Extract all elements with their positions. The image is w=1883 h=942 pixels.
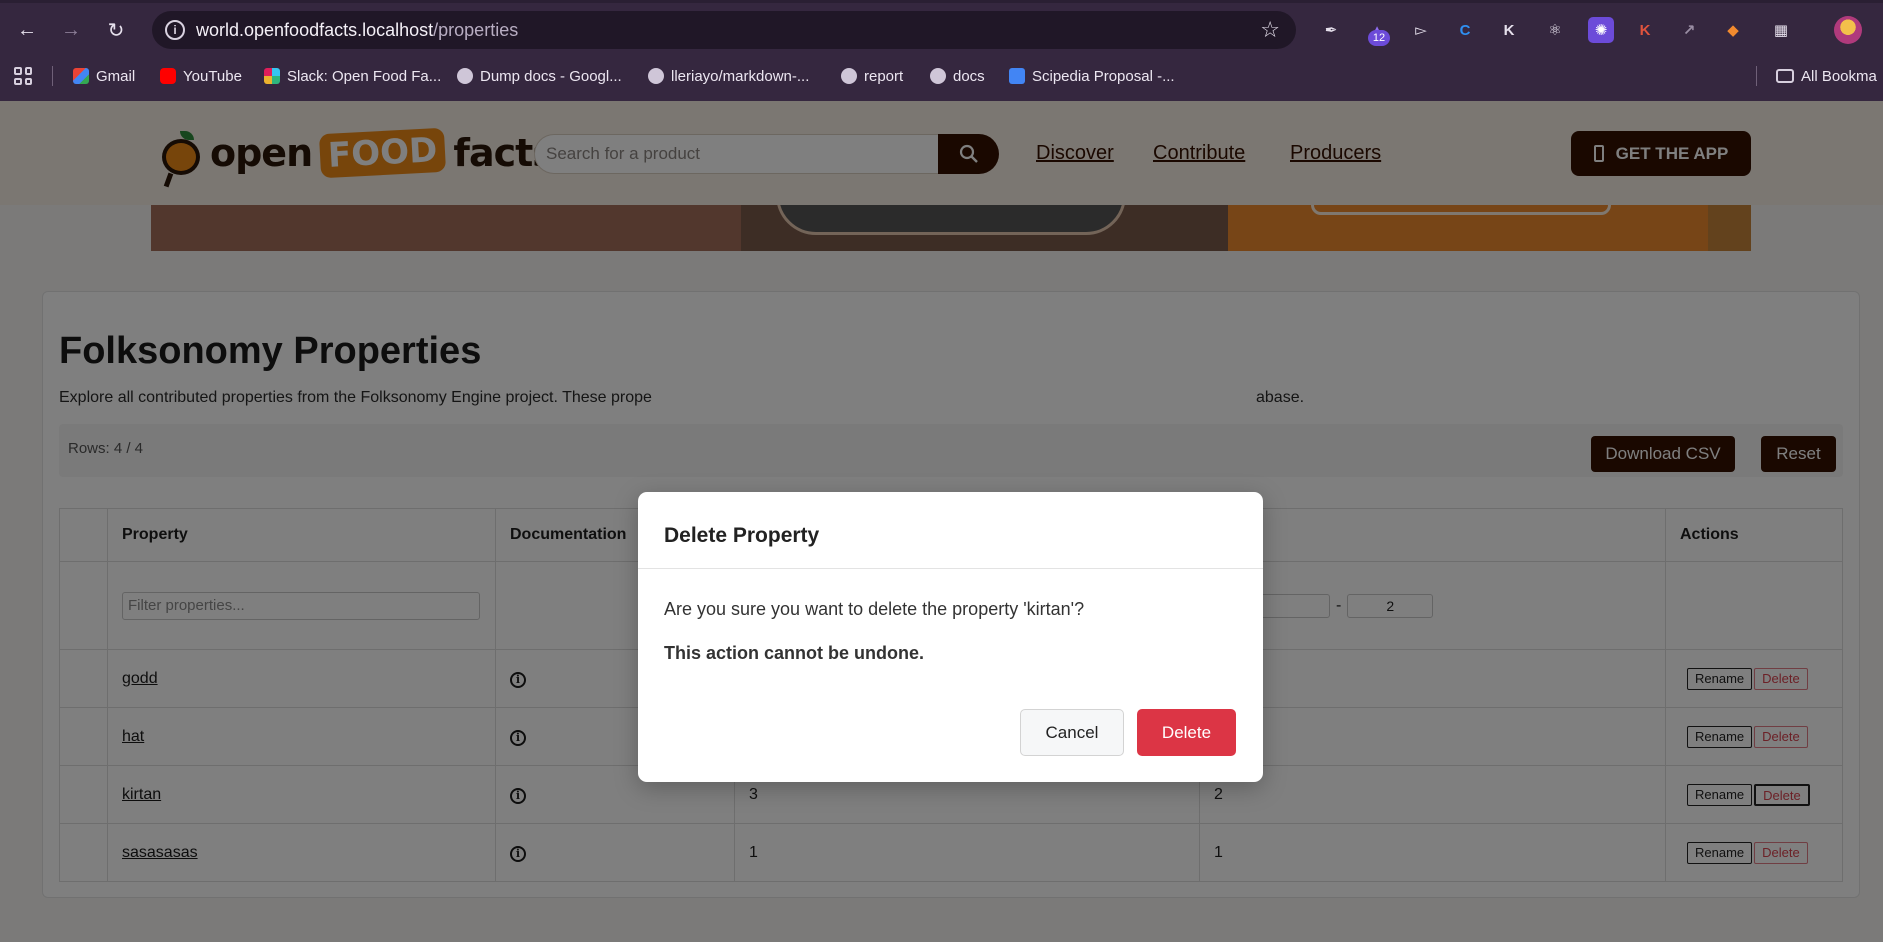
extension-external-icon[interactable]: ↗ bbox=[1676, 17, 1702, 43]
site-info-icon[interactable]: i bbox=[165, 20, 185, 40]
bookmark-slack[interactable]: Slack: Open Food Fa... bbox=[264, 66, 441, 86]
bookmarks-bar: Gmail YouTube Slack: Open Food Fa... Dum… bbox=[0, 60, 1883, 92]
bookmark-label: docs bbox=[953, 67, 985, 85]
reload-icon[interactable]: ↻ bbox=[100, 14, 132, 46]
bookmarks-separator bbox=[1756, 66, 1757, 86]
bookmark-label: lleriayo/markdown-... bbox=[671, 67, 810, 85]
address-bar[interactable]: i world.openfoodfacts.localhost/properti… bbox=[152, 11, 1296, 49]
dialog-message: Are you sure you want to delete the prop… bbox=[664, 599, 1085, 619]
bookmark-dump-docs[interactable]: Dump docs - Googl... bbox=[457, 66, 622, 86]
dialog-warning: This action cannot be undone. bbox=[664, 643, 925, 663]
bookmark-label: YouTube bbox=[183, 67, 242, 85]
profile-avatar[interactable] bbox=[1834, 16, 1862, 44]
bookmark-all-bookmarks[interactable]: All Bookma bbox=[1776, 66, 1877, 86]
bookmark-markdown[interactable]: lleriayo/markdown-... bbox=[648, 66, 809, 86]
extension-send-icon[interactable]: ▻ bbox=[1408, 17, 1434, 43]
github-icon bbox=[648, 68, 664, 84]
cancel-button[interactable]: Cancel bbox=[1020, 709, 1124, 756]
bookmark-scipedia[interactable]: Scipedia Proposal -... bbox=[1009, 66, 1175, 86]
gmail-icon bbox=[73, 68, 89, 84]
google-docs-icon bbox=[1009, 68, 1025, 84]
react-devtools-icon[interactable]: ⚛ bbox=[1542, 17, 1568, 43]
extension-k-icon[interactable]: K bbox=[1496, 17, 1522, 43]
globe-icon bbox=[457, 68, 473, 84]
browser-chrome: ← → ↻ i world.openfoodfacts.localhost/pr… bbox=[0, 0, 1883, 101]
bookmark-youtube[interactable]: YouTube bbox=[160, 66, 242, 86]
slack-icon bbox=[264, 68, 280, 84]
folder-icon bbox=[1776, 69, 1794, 83]
bookmark-gmail[interactable]: Gmail bbox=[73, 66, 135, 86]
youtube-icon bbox=[160, 68, 176, 84]
tab-strip bbox=[0, 0, 1883, 3]
extension-badge: 12 bbox=[1368, 30, 1390, 46]
metamask-icon[interactable]: ◆ bbox=[1720, 17, 1746, 43]
bookmark-report[interactable]: report bbox=[841, 66, 903, 86]
forward-icon[interactable]: → bbox=[55, 14, 87, 46]
back-icon[interactable]: ← bbox=[11, 14, 43, 46]
url-path: /properties bbox=[433, 19, 519, 40]
bookmark-label: report bbox=[864, 67, 904, 85]
extension-c-icon[interactable]: C bbox=[1452, 17, 1478, 43]
bookmark-docs[interactable]: docs bbox=[930, 66, 985, 86]
delete-property-dialog: Delete Property Are you sure you want to… bbox=[638, 492, 1263, 782]
dialog-divider bbox=[638, 568, 1263, 569]
bookmark-label: Scipedia Proposal -... bbox=[1032, 67, 1175, 85]
extension-k2-icon[interactable]: K bbox=[1632, 17, 1658, 43]
github-icon bbox=[930, 68, 946, 84]
eyedropper-icon[interactable]: ✒ bbox=[1318, 17, 1344, 43]
bookmark-label: Gmail bbox=[96, 67, 136, 85]
extension-gear-icon[interactable]: ✺ bbox=[1588, 17, 1614, 43]
extensions-puzzle-icon[interactable]: ▦ bbox=[1768, 17, 1794, 43]
bookmark-label: Slack: Open Food Fa... bbox=[287, 67, 442, 85]
bookmark-star-icon[interactable]: ☆ bbox=[1260, 17, 1280, 43]
bookmark-label: Dump docs - Googl... bbox=[480, 67, 622, 85]
globe-icon bbox=[841, 68, 857, 84]
dialog-title: Delete Property bbox=[664, 524, 820, 547]
url-host: world.openfoodfacts.localhost bbox=[196, 19, 434, 40]
confirm-delete-button[interactable]: Delete bbox=[1137, 709, 1236, 756]
bookmark-label: All Bookma bbox=[1801, 67, 1877, 85]
page-content: open FOOD facts Search for a product Dis… bbox=[0, 101, 1883, 942]
